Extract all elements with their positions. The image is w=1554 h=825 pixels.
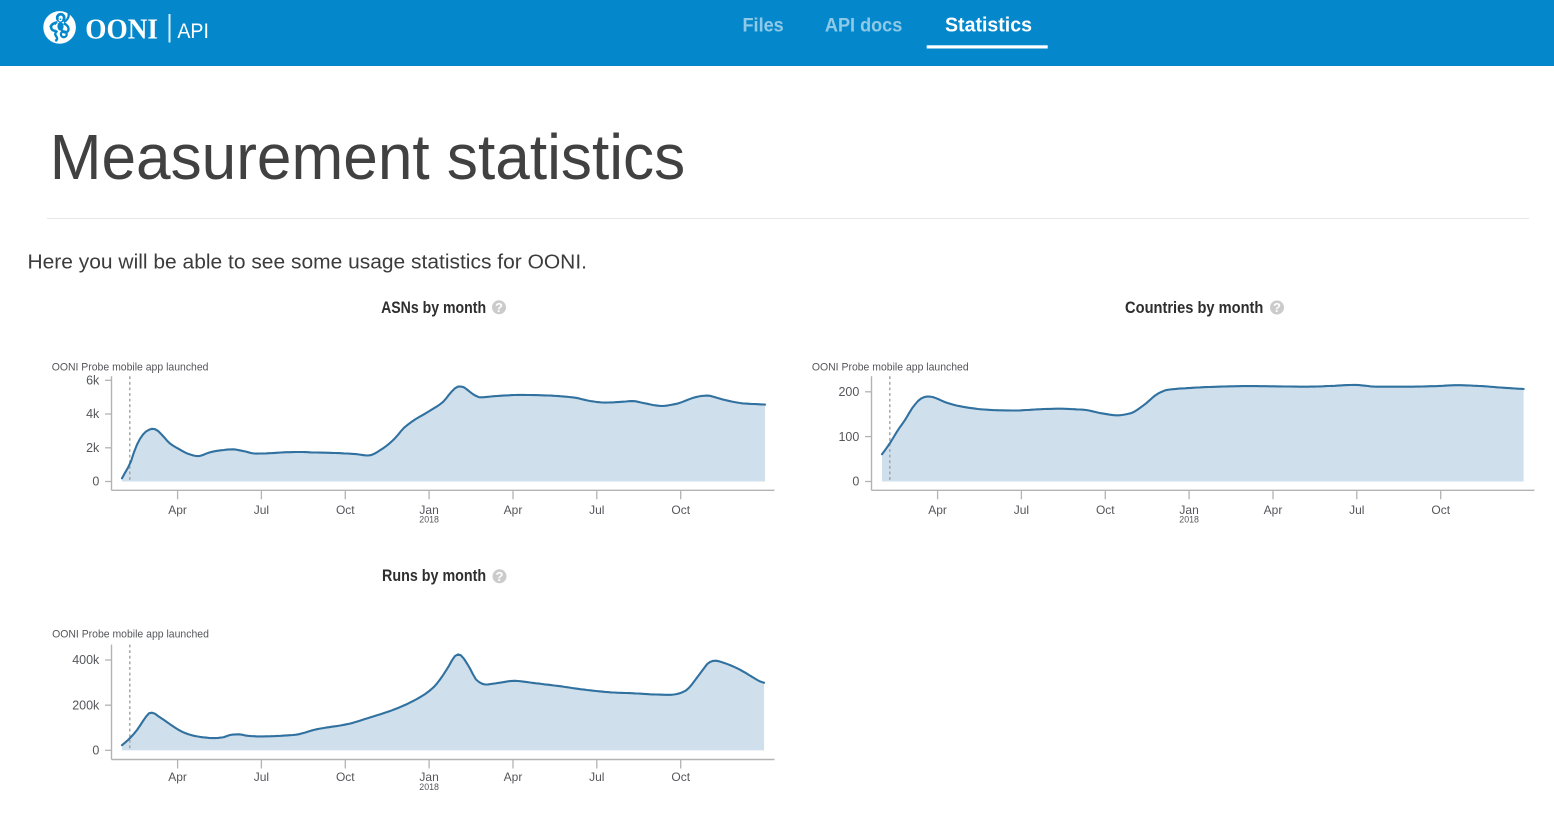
- svg-text:Countries by month: Countries by month: [1125, 299, 1263, 317]
- svg-text:Jul: Jul: [254, 770, 269, 784]
- svg-text:API: API: [177, 19, 209, 43]
- svg-text:Apr: Apr: [168, 503, 187, 517]
- svg-text:200k: 200k: [72, 698, 100, 712]
- svg-text:Oct: Oct: [1431, 503, 1450, 517]
- svg-text:ASNs by month: ASNs by month: [381, 299, 486, 317]
- svg-text:?: ?: [495, 300, 503, 315]
- svg-text:Apr: Apr: [504, 503, 523, 517]
- svg-text:OONI: OONI: [85, 13, 158, 45]
- svg-text:Apr: Apr: [1264, 503, 1283, 517]
- svg-text:400k: 400k: [72, 653, 100, 667]
- svg-text:Jul: Jul: [1349, 503, 1364, 517]
- svg-text:Oct: Oct: [671, 503, 690, 517]
- svg-text:OONI Probe mobile app launched: OONI Probe mobile app launched: [52, 629, 209, 641]
- svg-text:200: 200: [838, 385, 859, 399]
- svg-text:OONI Probe mobile app launched: OONI Probe mobile app launched: [812, 361, 969, 373]
- svg-text:2k: 2k: [86, 441, 100, 455]
- svg-text:Oct: Oct: [671, 770, 690, 784]
- svg-text:Oct: Oct: [336, 770, 355, 784]
- svg-text:Measurement statistics: Measurement statistics: [50, 121, 686, 193]
- svg-text:Runs by month: Runs by month: [382, 567, 486, 585]
- svg-text:API docs: API docs: [825, 14, 903, 36]
- svg-text:OONI Probe mobile app launched: OONI Probe mobile app launched: [52, 361, 209, 373]
- svg-text:Here you will be able to see s: Here you will be able to see some usage …: [28, 252, 588, 274]
- svg-text:2018: 2018: [1179, 515, 1199, 525]
- svg-text:6k: 6k: [86, 374, 100, 388]
- svg-text:2018: 2018: [419, 782, 439, 792]
- svg-text:?: ?: [1273, 300, 1281, 315]
- svg-text:0: 0: [852, 475, 859, 489]
- svg-text:Apr: Apr: [504, 770, 523, 784]
- svg-text:2018: 2018: [419, 515, 439, 525]
- svg-text:Statistics: Statistics: [945, 14, 1032, 36]
- svg-text:Jul: Jul: [1014, 503, 1029, 517]
- svg-text:0: 0: [92, 475, 99, 489]
- svg-text:Oct: Oct: [336, 503, 355, 517]
- svg-text:0: 0: [92, 744, 99, 758]
- svg-text:Files: Files: [743, 14, 784, 36]
- svg-text:4k: 4k: [86, 407, 100, 421]
- svg-text:Oct: Oct: [1096, 503, 1115, 517]
- svg-text:Jul: Jul: [254, 503, 269, 517]
- svg-text:100: 100: [838, 430, 859, 444]
- svg-text:Apr: Apr: [928, 503, 947, 517]
- svg-text:?: ?: [496, 569, 504, 584]
- svg-text:Jul: Jul: [589, 503, 604, 517]
- svg-text:Apr: Apr: [168, 770, 187, 784]
- svg-text:Jul: Jul: [589, 770, 604, 784]
